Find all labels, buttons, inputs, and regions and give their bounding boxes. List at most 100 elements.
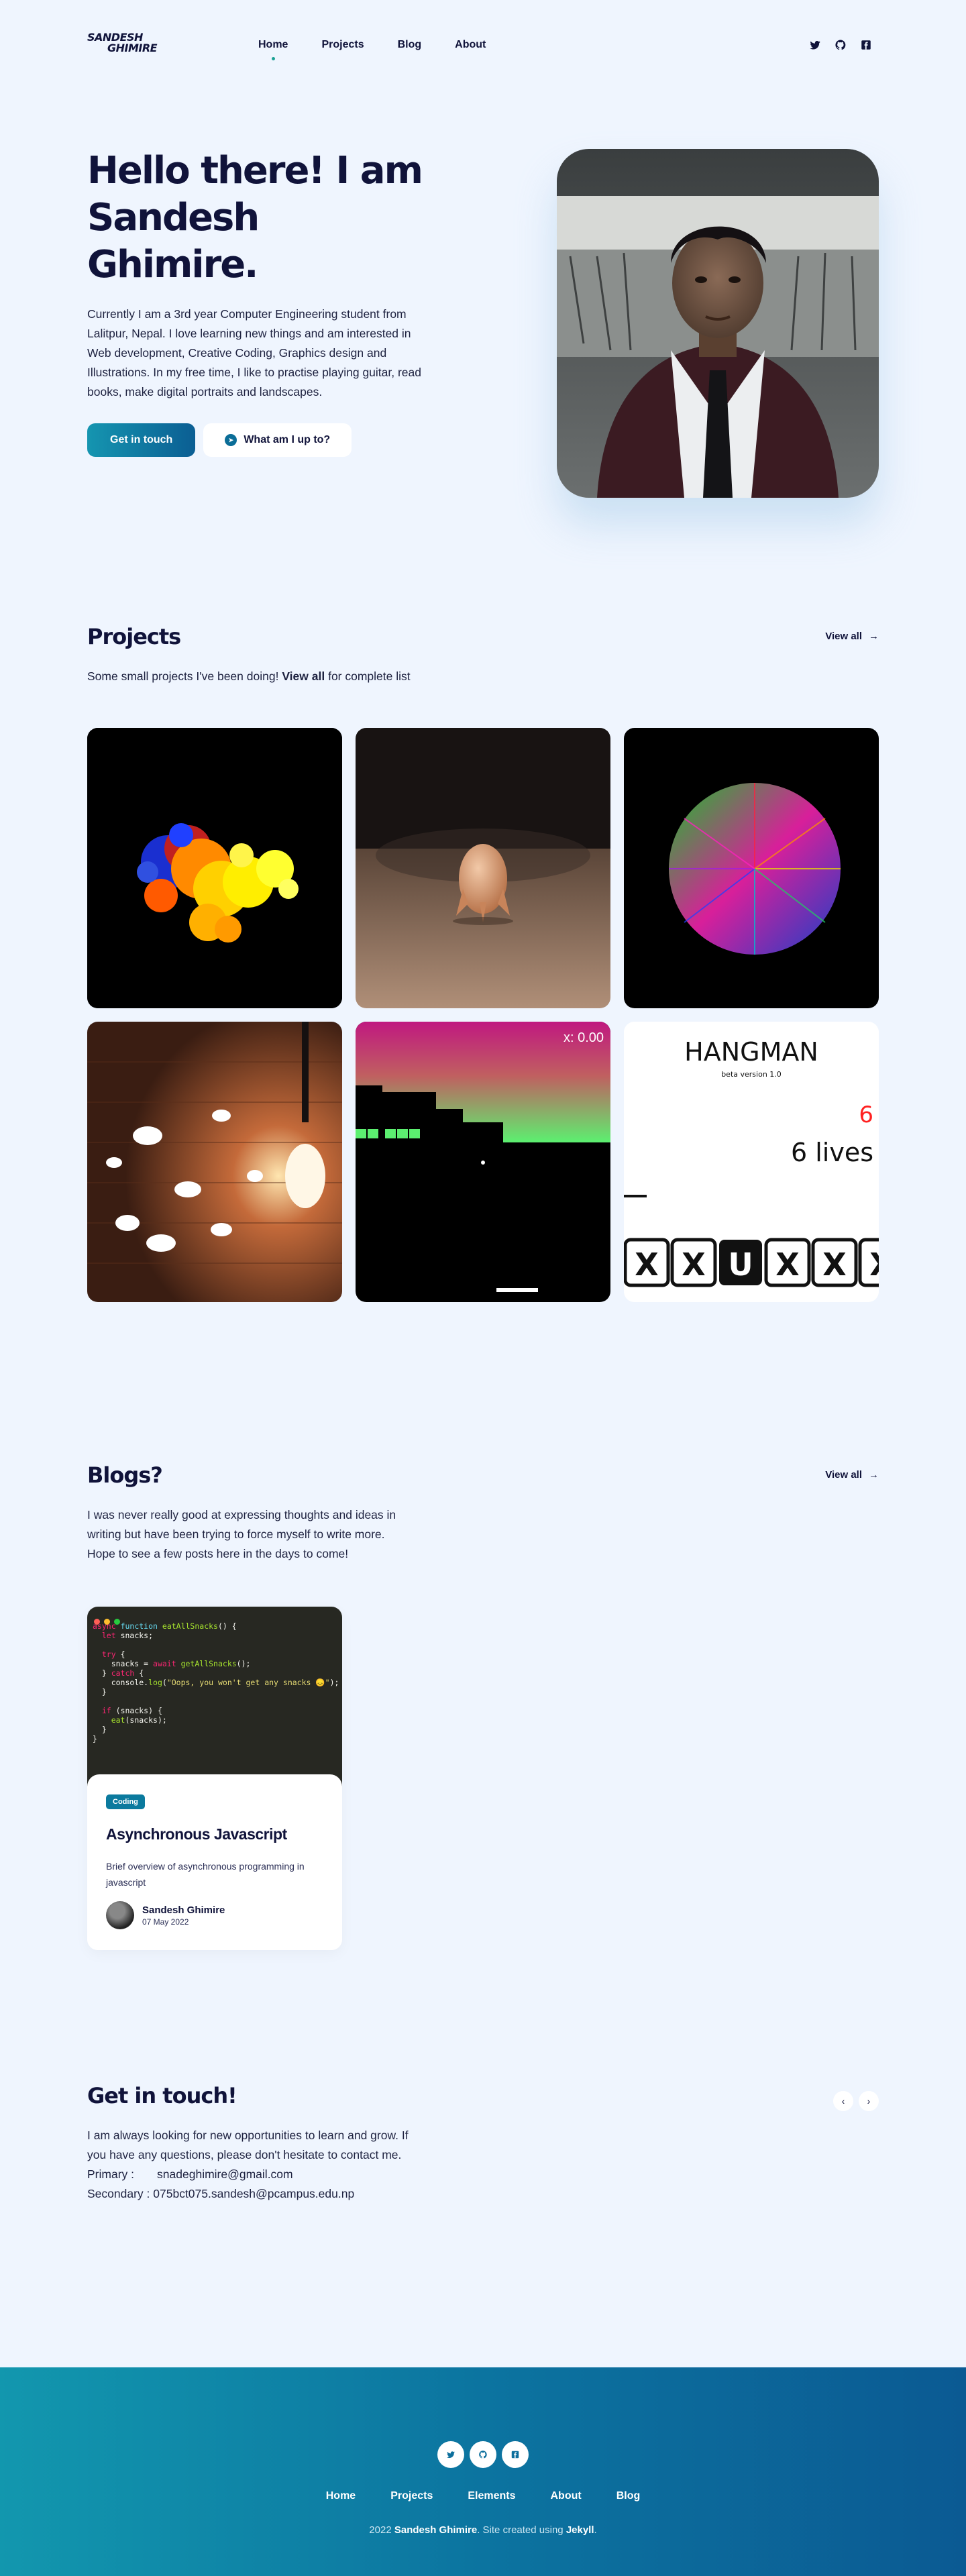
blogs-section: Blogs? View all → I was never really goo… [87,1462,879,1950]
footer-facebook-link[interactable] [502,2441,529,2468]
blogs-view-all-link[interactable]: View all → [825,1469,879,1481]
hangman-title: HANGMAN [684,1037,818,1067]
projects-desc-suffix: for complete list [328,669,411,683]
secondary-email[interactable]: 075bct075.sandesh@pcampus.edu.np [153,2187,354,2200]
hero-title: Hello there! I am Sandesh Ghimire. [87,149,423,286]
window-controls [94,1619,120,1625]
projects-view-all-label: View all [825,631,862,642]
footer-nav-blog[interactable]: Blog [616,2490,641,2502]
minimize-dot-icon [104,1619,110,1625]
contact-text: I am always looking for new opportunitie… [87,2129,409,2161]
project-card-3d-render[interactable] [356,728,610,1008]
svg-text:X: X [635,1246,658,1283]
copy-mid: . Site created using [477,2524,564,2536]
what-am-i-up-to-button[interactable]: ➤ What am I up to? [203,423,352,457]
primary-email-line: Primary : snadeghimire@gmail.com [87,2165,429,2184]
breakout-score: x: 0.00 [564,1030,604,1045]
footer-nav-home[interactable]: Home [326,2490,356,2502]
hangman-letter: U [728,1246,753,1283]
project-card-fractal[interactable] [87,728,342,1008]
hero-section: Hello there! I am Sandesh Ghimire. Curre… [87,148,879,503]
chevron-left-icon: ‹ [841,2096,845,2106]
hangman-version: beta version 1.0 [721,1070,782,1079]
primary-email[interactable]: snadeghimire@gmail.com [157,2167,293,2181]
nav-home[interactable]: Home [258,39,288,60]
facebook-icon[interactable] [860,39,872,51]
next-button[interactable]: › [859,2091,879,2111]
lightbulb-art [87,1022,342,1302]
footer-nav-about[interactable]: About [550,2490,581,2502]
render-art [356,728,610,1008]
primary-label: Primary : [87,2167,134,2181]
site-header: SANDESH GHIMIRE Home Projects Blog About [87,32,879,60]
svg-text:X: X [682,1246,705,1283]
hangman-lives: 6 lives [791,1138,873,1167]
footer-twitter-link[interactable] [437,2441,464,2468]
twitter-icon[interactable] [809,39,821,51]
svg-text:X: X [775,1246,799,1283]
blog-post-card[interactable]: async function eatAllSnacks() { let snac… [87,1607,342,1950]
author-name: Sandesh Ghimire [142,1904,225,1916]
footer-nav-projects[interactable]: Projects [390,2490,433,2502]
fractal-art [87,728,342,1008]
project-card-color-wheel[interactable] [624,728,879,1008]
carousel-controls: ‹ › [833,2091,879,2111]
blog-post-excerpt: Brief overview of asynchronous programmi… [106,1861,305,1888]
github-icon [479,2451,487,2459]
footer-github-link[interactable] [470,2441,496,2468]
chevron-right-icon: › [867,2096,871,2106]
copy-end: . [594,2524,597,2536]
hangman-number: 6 [859,1102,873,1128]
profile-photo-art [557,149,879,498]
contact-title: Get in touch! [87,2083,237,2108]
nav-about[interactable]: About [455,39,486,51]
projects-title: Projects [87,624,181,649]
projects-desc-text: Some small projects I've been doing! [87,669,279,683]
blog-author: Sandesh Ghimire 07 May 2022 [106,1901,323,1929]
profile-photo [557,149,879,498]
hangman-art: HANGMAN beta version 1.0 6 6 lives X X U… [624,1022,879,1302]
project-card-hangman[interactable]: HANGMAN beta version 1.0 6 6 lives X X U… [624,1022,879,1302]
copy-name[interactable]: Sandesh Ghimire [394,2524,477,2536]
blogs-title: Blogs? [87,1462,163,1488]
footer-nav: Home Projects Elements About Blog [0,2490,966,2502]
post-date: 07 May 2022 [142,1917,189,1927]
projects-section: Projects View all → Some small projects … [87,624,879,1302]
contact-description: I am always looking for new opportunitie… [87,2126,429,2204]
avatar [106,1901,134,1929]
project-card-breakout[interactable]: x: 0.00 [356,1022,610,1302]
previous-button[interactable]: ‹ [833,2091,853,2111]
arrow-right-icon: → [869,1469,879,1481]
blogs-view-all-label: View all [825,1469,862,1481]
arrow-right-icon: → [869,631,879,642]
nav-projects[interactable]: Projects [321,39,364,51]
blog-post-title[interactable]: Asynchronous Javascript [106,1825,323,1843]
footer-social-links [0,2441,966,2468]
projects-desc-link[interactable]: View all [282,669,325,683]
secondary-label: Secondary : [87,2187,150,2200]
what-am-i-up-to-label: What am I up to? [244,434,331,445]
main-nav: Home Projects Blog About [258,39,486,60]
github-icon[interactable] [835,39,847,51]
code-snippet-image: async function eatAllSnacks() { let snac… [87,1607,342,1798]
blogs-description: I was never really good at expressing th… [87,1508,396,1560]
header-social-links [809,39,872,51]
blog-post-body: Coding Asynchronous Javascript Brief ove… [87,1774,342,1950]
footer-nav-elements[interactable]: Elements [468,2490,515,2502]
footer-copyright: 2022 Sandesh Ghimire. Site created using… [0,2524,966,2536]
copy-tool[interactable]: Jekyll [566,2524,594,2536]
color-wheel-art [624,728,879,1008]
projects-description: Some small projects I've been doing! Vie… [87,667,416,686]
twitter-icon [447,2451,455,2459]
blog-category-badge[interactable]: Coding [106,1794,145,1809]
get-in-touch-button[interactable]: Get in touch [87,423,196,457]
nav-blog[interactable]: Blog [398,39,422,51]
arrow-circle-icon: ➤ [225,434,237,446]
site-logo[interactable]: SANDESH GHIMIRE [87,32,181,59]
project-card-lightbulb[interactable] [87,1022,342,1302]
svg-text:X: X [822,1246,846,1283]
secondary-email-line: Secondary : 075bct075.sandesh@pcampus.ed… [87,2184,429,2204]
projects-view-all-link[interactable]: View all → [825,631,879,642]
facebook-icon [511,2451,519,2459]
maximize-dot-icon [114,1619,120,1625]
